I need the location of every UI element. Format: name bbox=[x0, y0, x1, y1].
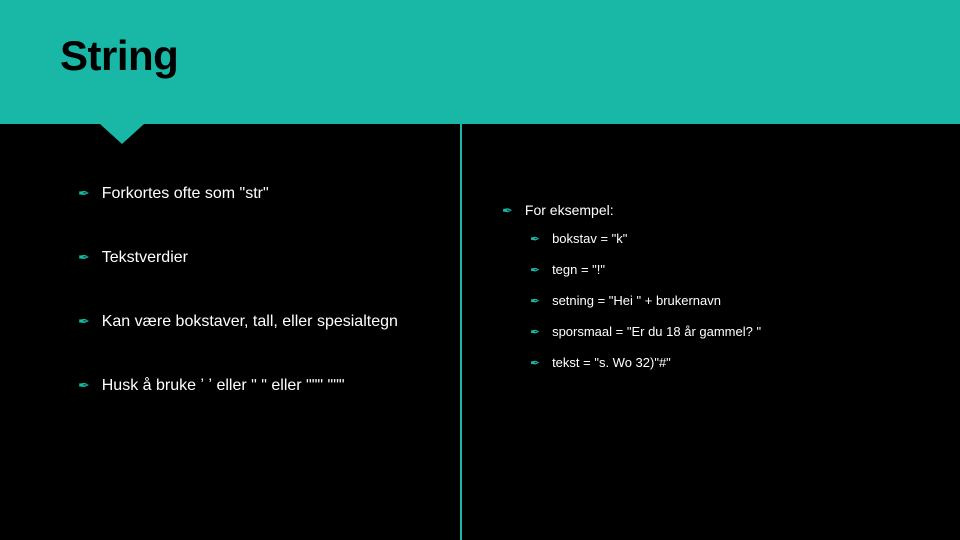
list-item: ✒ tegn = "!" bbox=[530, 262, 930, 277]
bullet-icon: ✒ bbox=[530, 356, 540, 370]
bullet-icon: ✒ bbox=[78, 185, 90, 203]
slide: String ✒ Forkortes ofte som "str" ✒ Teks… bbox=[0, 0, 960, 540]
bullet-icon: ✒ bbox=[530, 325, 540, 339]
list-item: ✒ For eksempel: bbox=[502, 202, 930, 219]
list-item-text: tegn = "!" bbox=[552, 262, 605, 277]
list-item-text: Tekstverdier bbox=[102, 248, 188, 268]
list-item-text: tekst = "s. Wo 32)"#" bbox=[552, 355, 671, 370]
list-item-text: Forkortes ofte som "str" bbox=[102, 184, 269, 204]
bullet-icon: ✒ bbox=[502, 203, 513, 219]
list-item-text: For eksempel: bbox=[525, 202, 614, 218]
list-item: ✒ Husk å bruke ʼ ʼ eller ʺ ʺ eller ʺʺʺ ʺ… bbox=[78, 376, 430, 396]
list-item-text: bokstav = "k" bbox=[552, 231, 627, 246]
list-item: ✒ tekst = "s. Wo 32)"#" bbox=[530, 355, 930, 370]
list-item: ✒ sporsmaal = "Er du 18 år gammel? " bbox=[530, 324, 930, 339]
bullet-icon: ✒ bbox=[530, 232, 540, 246]
list-item: ✒ bokstav = "k" bbox=[530, 231, 930, 246]
list-item-text: setning = "Hei " + brukernavn bbox=[552, 293, 721, 308]
list-item-text: sporsmaal = "Er du 18 år gammel? " bbox=[552, 324, 761, 339]
bullet-icon: ✒ bbox=[78, 313, 90, 331]
list-item-text: Husk å bruke ʼ ʼ eller ʺ ʺ eller ʺʺʺ ʺʺʺ bbox=[102, 376, 345, 396]
sub-list: ✒ bokstav = "k" ✒ tegn = "!" ✒ setning =… bbox=[502, 231, 930, 370]
bullet-icon: ✒ bbox=[78, 249, 90, 267]
header-band: String bbox=[0, 0, 960, 124]
bullet-icon: ✒ bbox=[530, 263, 540, 277]
list-item: ✒ Tekstverdier bbox=[78, 248, 430, 268]
list-item-text: Kan være bokstaver, tall, eller spesialt… bbox=[102, 312, 398, 332]
right-column: ✒ For eksempel: ✒ bokstav = "k" ✒ tegn =… bbox=[460, 124, 960, 540]
list-item: ✒ Forkortes ofte som "str" bbox=[78, 184, 430, 204]
bullet-icon: ✒ bbox=[78, 377, 90, 395]
body-columns: ✒ Forkortes ofte som "str" ✒ Tekstverdie… bbox=[0, 124, 960, 540]
list-item: ✒ Kan være bokstaver, tall, eller spesia… bbox=[78, 312, 430, 332]
left-column: ✒ Forkortes ofte som "str" ✒ Tekstverdie… bbox=[0, 124, 460, 540]
page-title: String bbox=[60, 32, 178, 80]
bullet-icon: ✒ bbox=[530, 294, 540, 308]
list-item: ✒ setning = "Hei " + brukernavn bbox=[530, 293, 930, 308]
